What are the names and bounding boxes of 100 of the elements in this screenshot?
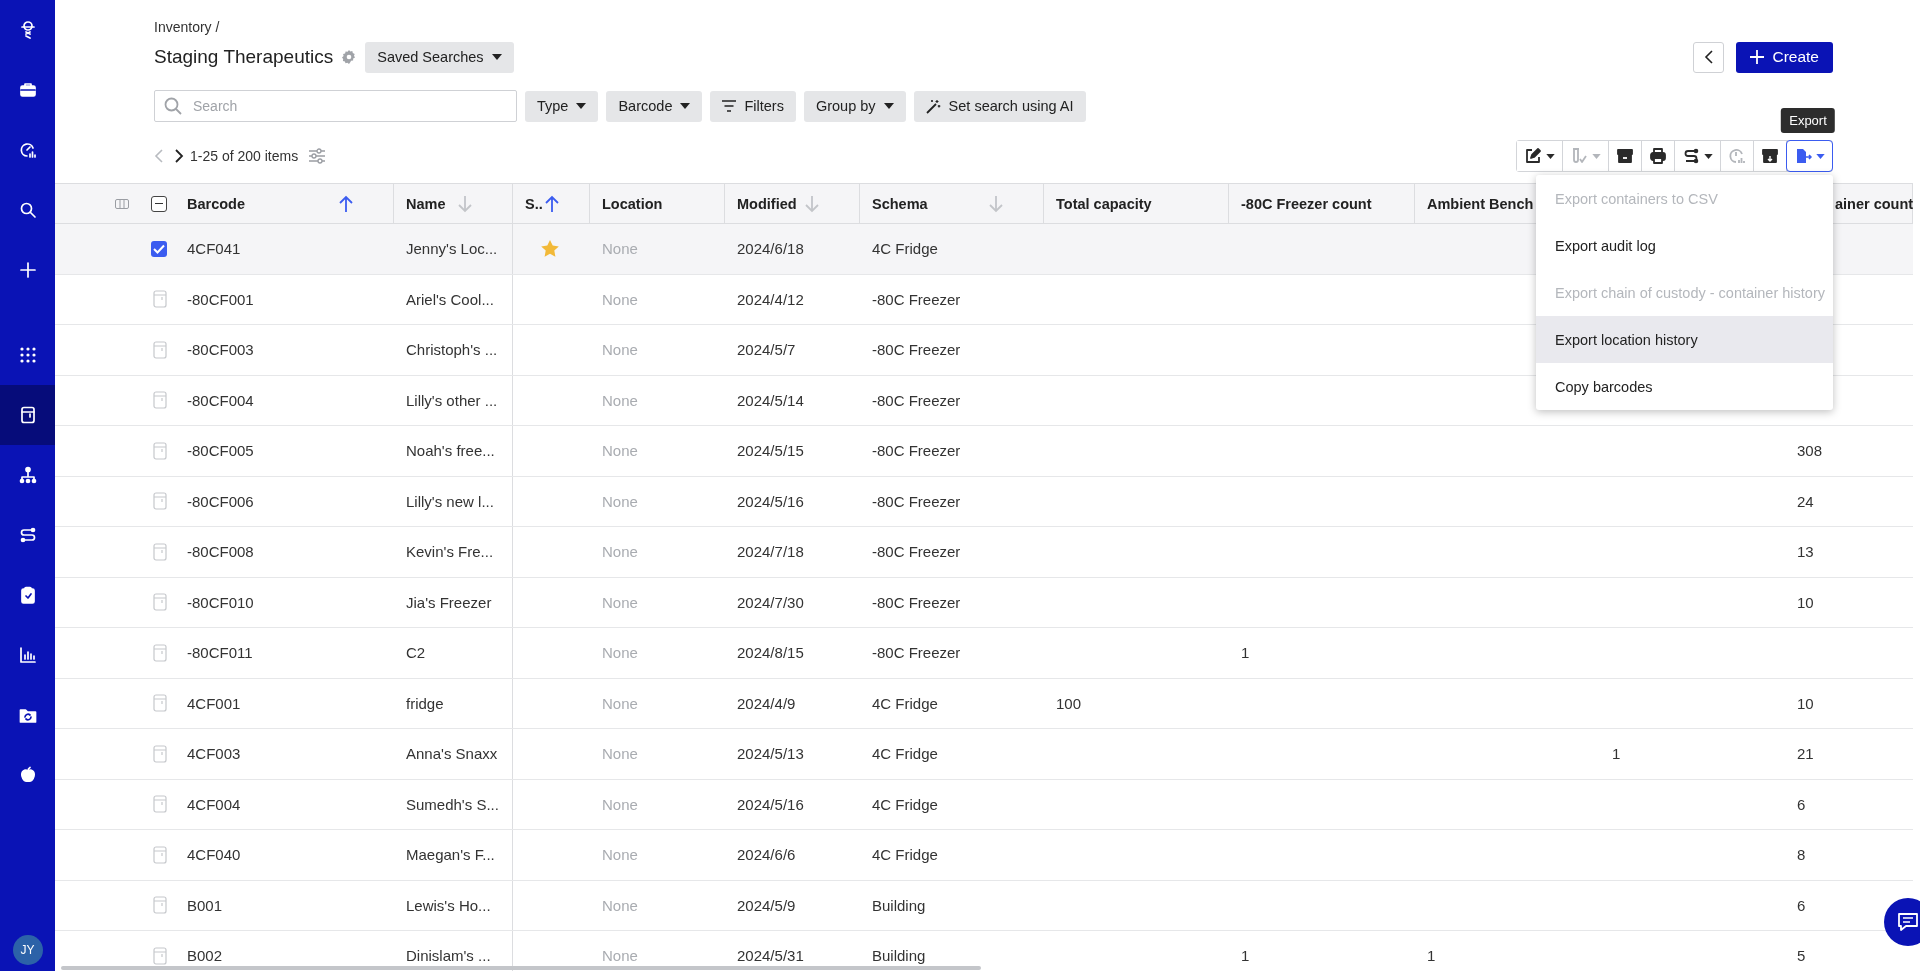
- column-label: Modified: [737, 195, 797, 212]
- transfer-icon: [1682, 147, 1700, 165]
- schema-cell-text: -80C Freezer: [871, 542, 962, 563]
- column-label: Ambient Bench: [1427, 195, 1534, 212]
- scrollbar[interactable]: [61, 966, 981, 970]
- filter-button[interactable]: Filters: [710, 90, 796, 122]
- location-cell-text: None: [601, 239, 639, 260]
- sort-up-icon[interactable]: [544, 194, 559, 213]
- container-icon[interactable]: [153, 290, 167, 309]
- location-cell-text: None: [601, 744, 639, 765]
- modified-cell-text: 2024/5/7: [736, 340, 797, 361]
- barcode-cell-text: 4CF004: [186, 794, 242, 815]
- sort-up-icon[interactable]: [339, 194, 353, 213]
- sliders-icon[interactable]: [308, 148, 327, 164]
- modified-cell-text: 2024/5/16: [736, 794, 805, 815]
- menu-item[interactable]: Copy barcodes: [1536, 363, 1833, 410]
- schema-cell-text: -80C Freezer: [871, 491, 962, 512]
- name-cell: Kevin's Fre...: [394, 527, 513, 577]
- filter-button[interactable]: Set search using AI: [913, 90, 1086, 122]
- table-cell: 1: [1241, 947, 1250, 965]
- container-icon[interactable]: [153, 896, 167, 915]
- sidebar-item[interactable]: [0, 385, 55, 445]
- modified-cell-text: 2024/6/18: [736, 239, 805, 260]
- filter-button[interactable]: Type: [525, 90, 599, 122]
- column-label: Name: [406, 195, 446, 212]
- name-cell: Maegan's F...: [394, 830, 513, 880]
- column-header[interactable]: Barcode: [175, 184, 394, 223]
- back-button[interactable]: [1693, 41, 1725, 73]
- column-header[interactable]: Name: [394, 184, 513, 223]
- column-header[interactable]: Modified: [725, 184, 860, 223]
- column-header[interactable]: Total capacity: [1044, 184, 1229, 223]
- filter-button[interactable]: Barcode: [606, 90, 703, 122]
- modified-cell-text: 2024/5/13: [736, 744, 805, 765]
- column-header[interactable]: Location: [590, 184, 725, 223]
- barcode-cell-text: -80CF004: [186, 390, 255, 411]
- table-cell: 10: [1797, 694, 1814, 712]
- caret-icon: [1704, 153, 1713, 159]
- sort-down-icon[interactable]: [989, 194, 1003, 213]
- toolbar-button[interactable]: [1517, 141, 1563, 171]
- row-checkbox[interactable]: [151, 240, 167, 257]
- name-cell: Ariel's Cool...: [394, 274, 513, 324]
- table-cell: 6: [1797, 795, 1806, 813]
- location-cell-text: None: [601, 643, 639, 664]
- container-icon[interactable]: [153, 593, 167, 612]
- schema-cell-text: -80C Freezer: [871, 390, 962, 411]
- barcode-cell-text: B002: [186, 946, 224, 967]
- saved-searches-button[interactable]: Saved Searches: [365, 41, 514, 73]
- container-icon[interactable]: [153, 441, 167, 460]
- user-avatar[interactable]: JY: [12, 935, 43, 965]
- next-page-icon[interactable]: [174, 149, 184, 163]
- container-icon[interactable]: [153, 795, 167, 814]
- column-header[interactable]: Schema: [860, 184, 1044, 223]
- edit-icon: [1524, 147, 1542, 165]
- plus-icon: [17, 260, 38, 280]
- sort-down-icon[interactable]: [805, 194, 819, 213]
- tube-check-icon: [1570, 147, 1588, 165]
- sort-down-icon[interactable]: [458, 194, 472, 213]
- container-icon[interactable]: [153, 694, 167, 713]
- container-icon[interactable]: [153, 845, 167, 864]
- table-cell: 6: [1797, 896, 1806, 914]
- schema-cell-text: 4C Fridge: [871, 693, 939, 714]
- container-icon[interactable]: [153, 391, 167, 410]
- star-icon[interactable]: [541, 240, 559, 258]
- table-cell: 13: [1797, 543, 1814, 561]
- name-cell: Lewis's Ho...: [394, 880, 513, 930]
- modified-cell-text: 2024/5/16: [736, 491, 805, 512]
- search-field[interactable]: Search: [154, 90, 517, 122]
- schema-cell-text: 4C Fridge: [871, 794, 939, 815]
- container-icon[interactable]: [153, 492, 167, 511]
- filter-button[interactable]: Group by: [803, 90, 906, 122]
- container-icon[interactable]: [153, 946, 167, 965]
- menu-item[interactable]: Export audit log: [1536, 222, 1833, 269]
- modified-cell-text: 2024/5/9: [736, 895, 797, 916]
- breadcrumb[interactable]: Inventory /: [154, 19, 220, 35]
- container-icon[interactable]: [153, 542, 167, 561]
- magic-wand-icon: [925, 98, 941, 114]
- barcode-cell-text: -80CF001: [186, 289, 255, 310]
- settings-icon[interactable]: [341, 49, 358, 65]
- chat-button[interactable]: [1884, 898, 1920, 946]
- column-header[interactable]: S..: [513, 184, 590, 223]
- container-icon[interactable]: [153, 340, 167, 359]
- container-icon[interactable]: [153, 744, 167, 763]
- column-header[interactable]: -80C Freezer count: [1229, 184, 1415, 223]
- barcode-cell-text: 4CF040: [186, 845, 242, 866]
- barcode-cell-text: -80CF010: [186, 592, 255, 613]
- create-button[interactable]: Create: [1736, 41, 1833, 73]
- location-cell-text: None: [601, 592, 639, 613]
- name-cell: Sumedh's S...: [394, 779, 513, 829]
- export-icon: [1794, 147, 1812, 165]
- select-all-checkbox[interactable]: [151, 195, 167, 212]
- column-label: Location: [602, 195, 663, 212]
- schema-cell-text: -80C Freezer: [871, 441, 962, 462]
- modified-cell-text: 2024/4/9: [736, 693, 797, 714]
- container-icon[interactable]: [153, 643, 167, 662]
- table-cell: 10: [1797, 593, 1814, 611]
- menu-item[interactable]: Export location history: [1536, 316, 1833, 363]
- columns-icon[interactable]: [115, 198, 129, 209]
- location-cell-text: None: [601, 946, 639, 967]
- column-label: Barcode: [187, 195, 246, 212]
- column-label: Total capacity: [1056, 195, 1152, 212]
